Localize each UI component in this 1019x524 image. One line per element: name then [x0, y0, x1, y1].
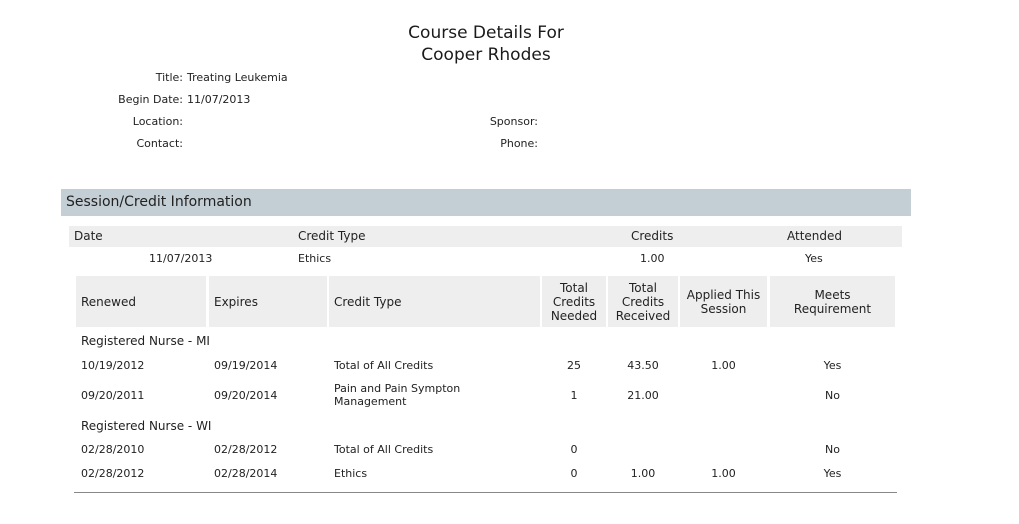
row-renewed: 10/19/2012 — [81, 359, 145, 372]
table-bottom-rule — [74, 492, 897, 493]
contact-label: Contact: — [136, 137, 183, 150]
title-label: Title: — [155, 71, 183, 84]
sponsor-label: Sponsor: — [489, 115, 538, 128]
row-expires: 09/20/2014 — [214, 389, 278, 402]
begin-date-value: 11/07/2013 — [187, 93, 251, 106]
session-table-header: Date Credit Type Credits Attended — [69, 226, 902, 247]
session-date: 11/07/2013 — [149, 252, 213, 265]
session-credit-section-header: Session/Credit Information — [61, 189, 911, 216]
req-col-meets: Meets Requirement — [770, 276, 895, 327]
req-col-applied: Applied This Session — [680, 276, 767, 327]
session-col-credit-type: Credit Type — [298, 229, 366, 243]
session-credits: 1.00 — [640, 252, 665, 265]
req-col-applied-label: Applied This Session — [686, 287, 761, 316]
req-col-total-received: Total Credits Received — [608, 276, 678, 327]
req-col-meets-label: Meets Requirement — [793, 287, 872, 316]
row-meets: Yes — [823, 359, 842, 372]
row-credit-type: Ethics — [334, 467, 368, 480]
row-received: 21.00 — [627, 389, 659, 402]
row-meets: Yes — [823, 467, 842, 480]
session-col-date: Date — [74, 229, 103, 243]
location-label: Location: — [132, 115, 183, 128]
row-applied: 1.00 — [711, 359, 736, 372]
row-renewed: 09/20/2011 — [81, 389, 145, 402]
row-received: 1.00 — [630, 467, 656, 480]
row-credit-type: Total of All Credits — [334, 359, 434, 372]
row-expires: 09/19/2014 — [214, 359, 278, 372]
section-title: Session/Credit Information — [66, 194, 252, 210]
session-credit-type: Ethics — [298, 252, 332, 265]
row-needed: 0 — [570, 467, 578, 480]
req-col-total-needed-label: Total Credits Needed — [550, 280, 598, 323]
req-col-credit-type: Credit Type — [329, 276, 540, 327]
row-meets: No — [825, 389, 840, 402]
req-col-total-received-label: Total Credits Received — [615, 280, 671, 323]
row-expires: 02/28/2012 — [214, 443, 278, 456]
begin-date-label: Begin Date: — [118, 93, 183, 106]
title-value: Treating Leukemia — [187, 71, 288, 84]
session-col-attended: Attended — [787, 229, 843, 243]
row-renewed: 02/28/2012 — [81, 467, 145, 480]
page-title-line2: Cooper Rhodes — [421, 45, 551, 65]
row-expires: 02/28/2014 — [214, 467, 278, 480]
session-attended: Yes — [805, 252, 823, 265]
phone-label: Phone: — [500, 137, 538, 150]
row-needed: 1 — [570, 389, 578, 402]
row-credit-type: Pain and Pain Sympton Management — [334, 382, 461, 408]
session-col-credits: Credits — [631, 229, 674, 243]
req-col-expires: Expires — [209, 276, 327, 327]
group-label-wi: Registered Nurse - WI — [81, 419, 212, 433]
row-received: 43.50 — [627, 359, 659, 372]
row-applied: 1.00 — [711, 467, 736, 480]
row-needed: 0 — [570, 443, 578, 456]
page-title-line1: Course Details For — [408, 23, 564, 43]
row-renewed: 02/28/2010 — [81, 443, 145, 456]
req-col-renewed: Renewed — [76, 276, 206, 327]
group-label-mi: Registered Nurse - MI — [81, 334, 210, 348]
page-title: Course Details For Cooper Rhodes — [0, 22, 972, 66]
row-credit-type: Total of All Credits — [334, 443, 434, 456]
req-col-total-needed: Total Credits Needed — [542, 276, 606, 327]
row-meets: No — [825, 443, 840, 456]
row-needed: 25 — [567, 359, 581, 372]
